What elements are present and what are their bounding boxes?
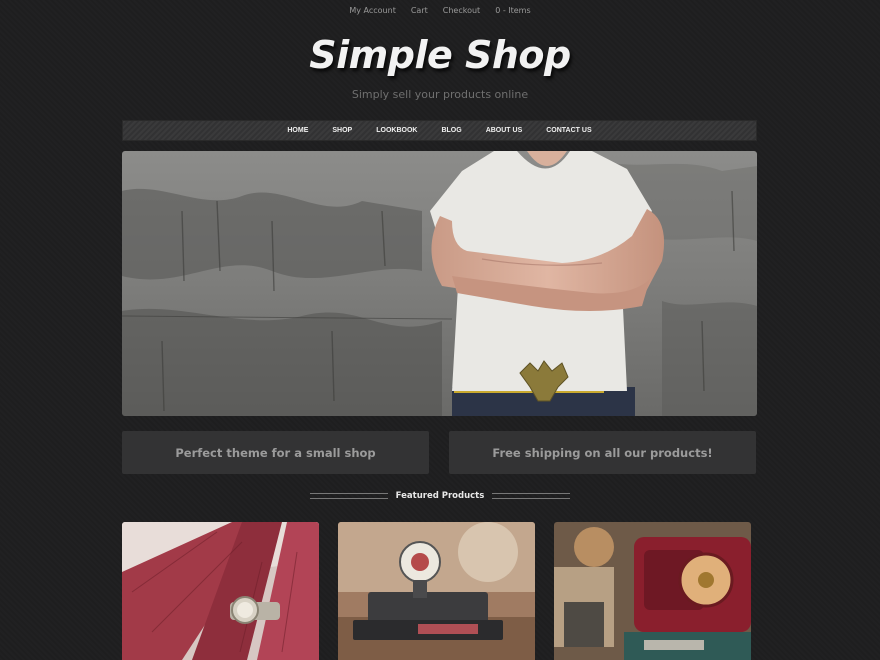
watch-product-image [122,522,319,660]
main-navigation: HOME SHOP LOOKBOOK BLOG ABOUT US CONTACT… [122,120,757,141]
radio-product-image [554,522,751,660]
featured-products-heading: Featured Products [0,491,880,501]
nav-home[interactable]: HOME [287,127,308,134]
nav-lookbook[interactable]: LOOKBOOK [376,127,417,134]
nav-shop[interactable]: SHOP [332,127,352,134]
product-card-watch[interactable] [122,522,319,660]
product-card-radio[interactable] [554,522,751,660]
top-utility-links: My Account Cart Checkout 0 - Items [0,6,880,15]
nav-about-us[interactable]: ABOUT US [486,127,523,134]
site-logo-title[interactable]: Simple Shop [0,33,880,77]
product-card-label-maker[interactable] [338,522,535,660]
featured-products-label: Featured Products [395,491,485,501]
label-maker-product-image [338,522,535,660]
promo-small-shop[interactable]: Perfect theme for a small shop [122,431,429,474]
nav-contact-us[interactable]: CONTACT US [546,127,591,134]
cart-items-count-link[interactable]: 0 - Items [495,6,530,15]
hero-banner-image[interactable] [122,151,757,416]
heading-left-rule [309,493,388,499]
nav-blog[interactable]: BLOG [441,127,461,134]
my-account-link[interactable]: My Account [349,6,395,15]
checkout-link[interactable]: Checkout [443,6,480,15]
site-tagline: Simply sell your products online [351,88,529,101]
cart-link[interactable]: Cart [411,6,428,15]
promo-free-shipping[interactable]: Free shipping on all our products! [449,431,756,474]
heading-right-rule [492,493,571,499]
